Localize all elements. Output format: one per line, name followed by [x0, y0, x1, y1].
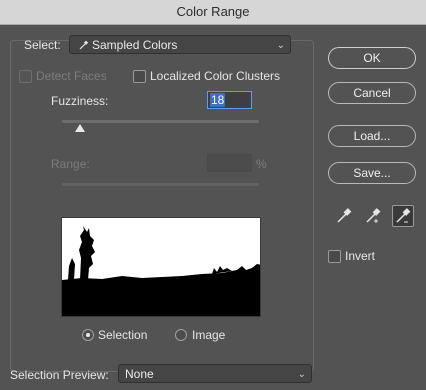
eyedropper-icon	[79, 40, 89, 50]
selection-radio-label: Selection	[98, 328, 148, 342]
select-value: Sampled Colors	[92, 38, 178, 52]
load-button[interactable]: Load...	[328, 125, 416, 147]
selection-preview-label: Selection Preview:	[10, 368, 109, 382]
window-title: Color Range	[0, 0, 426, 25]
cancel-button[interactable]: Cancel	[328, 82, 416, 104]
localized-clusters-label: Localized Color Clusters	[150, 69, 281, 83]
options-group	[10, 40, 314, 372]
select-dropdown[interactable]: Sampled Colors ⌄	[69, 35, 291, 54]
range-input[interactable]	[207, 154, 252, 172]
eyedropper-minus-button[interactable]	[392, 205, 414, 227]
fuzziness-slider-thumb[interactable]	[74, 124, 85, 132]
preview-silhouette	[62, 218, 260, 316]
selection-preview-dropdown[interactable]: None ⌄	[118, 364, 312, 383]
invert-label: Invert	[345, 249, 376, 263]
chevron-down-icon: ⌄	[297, 369, 306, 380]
fuzziness-slider-track[interactable]	[62, 120, 259, 123]
eyedropper-icon	[337, 208, 352, 223]
invert-checkbox[interactable]	[328, 250, 341, 263]
color-range-dialog: Select: Sampled Colors ⌄ Detect Faces Lo…	[0, 25, 426, 390]
fuzziness-value: 18	[210, 93, 226, 107]
eyedropper-plus-icon	[366, 208, 381, 223]
chevron-down-icon: ⌄	[276, 40, 285, 51]
select-label: Select:	[24, 38, 61, 52]
eyedropper-minus-icon	[396, 208, 411, 223]
range-unit: %	[256, 157, 267, 171]
detect-faces-label: Detect Faces	[36, 69, 107, 83]
save-button[interactable]: Save...	[328, 162, 416, 184]
eyedropper-plus-button[interactable]	[362, 205, 384, 227]
fuzziness-input[interactable]: 18	[207, 91, 252, 109]
range-label: Range:	[51, 157, 90, 171]
localized-clusters-checkbox[interactable]	[133, 70, 146, 83]
range-slider-track[interactable]	[62, 183, 259, 186]
selection-preview-image	[61, 217, 261, 317]
selection-radio[interactable]	[82, 329, 94, 341]
fuzziness-label-text: Fuzziness:	[51, 94, 109, 108]
detect-faces-checkbox[interactable]	[19, 70, 32, 83]
image-radio[interactable]	[175, 329, 187, 341]
eyedropper-button[interactable]	[333, 205, 355, 227]
ok-button[interactable]: OK	[328, 47, 416, 69]
image-radio-label: Image	[192, 328, 226, 342]
selection-preview-value: None	[125, 367, 154, 381]
